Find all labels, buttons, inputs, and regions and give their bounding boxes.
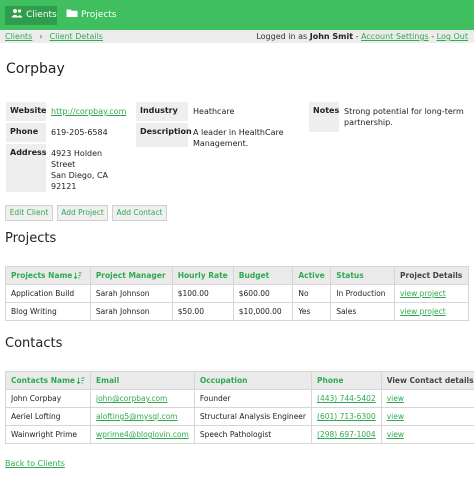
view-contact-link[interactable]: view bbox=[387, 394, 404, 403]
email-link[interactable]: wprime4@bloglovin.com bbox=[96, 430, 189, 439]
col-contacts-name[interactable]: Contacts Name bbox=[5, 371, 91, 390]
nav-clients[interactable]: Clients bbox=[5, 6, 57, 25]
col-view-contact-details: View Contact details bbox=[380, 371, 474, 390]
logged-in-text: Logged in as bbox=[256, 32, 308, 41]
website-link[interactable]: http://corpbay.com bbox=[51, 107, 126, 116]
address-label: Address bbox=[6, 144, 47, 192]
nav-projects[interactable]: Projects bbox=[60, 6, 120, 25]
phone-value: 619-205-6584 bbox=[51, 128, 108, 137]
website-label: Website bbox=[6, 102, 46, 121]
col-hourly-rate[interactable]: Hourly Rate bbox=[171, 266, 234, 285]
col-projects-name[interactable]: Projects Name bbox=[5, 266, 91, 285]
nav-projects-label: Projects bbox=[81, 10, 117, 20]
back-to-clients-link[interactable]: Back to Clients bbox=[5, 459, 65, 468]
top-navbar: Clients Projects bbox=[0, 0, 474, 30]
client-business-info: Industry Heathcare Description A leader … bbox=[136, 102, 288, 153]
col-project-manager[interactable]: Project Manager bbox=[89, 266, 173, 285]
client-contact-info: Website http://corpbay.com Phone 619-205… bbox=[6, 102, 130, 196]
description-label: Description bbox=[136, 123, 192, 147]
view-project-link[interactable]: view project bbox=[400, 307, 446, 316]
breadcrumb: Clients › Client Details bbox=[5, 30, 103, 43]
user-name: John Smit bbox=[309, 32, 354, 41]
add-contact-button[interactable]: Add Contact bbox=[112, 205, 167, 221]
logout-link[interactable]: Log Out bbox=[437, 32, 468, 41]
address-value: 4923 Holden Street San Diego, CA 92121 bbox=[51, 149, 109, 191]
col-active[interactable]: Active bbox=[292, 266, 332, 285]
projects-heading: Projects bbox=[5, 231, 57, 246]
phone-link[interactable]: (601) 713-6300 bbox=[317, 412, 376, 421]
view-contact-link[interactable]: view bbox=[387, 412, 404, 421]
col-status[interactable]: Status bbox=[330, 266, 396, 285]
edit-client-button[interactable]: Edit Client bbox=[5, 205, 53, 221]
table-row: Wainwright Prime wprime4@bloglovin.com S… bbox=[5, 425, 474, 444]
nav-clients-label: Clients bbox=[26, 10, 57, 20]
email-link[interactable]: alofting5@mysql.com bbox=[96, 412, 178, 421]
client-notes: Notes Strong potential for long-term par… bbox=[309, 102, 468, 132]
col-occupation[interactable]: Occupation bbox=[193, 371, 313, 390]
separator: - bbox=[431, 32, 435, 41]
col-budget[interactable]: Budget bbox=[232, 266, 294, 285]
separator: - bbox=[355, 32, 359, 41]
projects-table: Projects Name Project Manager Hourly Rat… bbox=[5, 266, 469, 321]
col-project-details: Project Details bbox=[394, 266, 469, 285]
industry-label: Industry bbox=[136, 102, 188, 121]
folder-icon bbox=[66, 8, 78, 18]
breadcrumb-clients[interactable]: Clients bbox=[5, 32, 32, 41]
table-row: Blog Writing Sarah Johnson $50.00 $10,00… bbox=[5, 302, 469, 321]
chevron-right-icon: › bbox=[39, 32, 43, 41]
sort-icon[interactable] bbox=[76, 377, 85, 386]
description-value: A leader in HealthCare Management. bbox=[193, 128, 284, 148]
notes-value: Strong potential for long-term partnersh… bbox=[344, 107, 464, 127]
industry-value: Heathcare bbox=[193, 107, 235, 116]
table-row: Aeriel Lofting alofting5@mysql.com Struc… bbox=[5, 407, 474, 426]
table-row: John Corpbay john@corpbay.com Founder (4… bbox=[5, 389, 474, 408]
email-link[interactable]: john@corpbay.com bbox=[96, 394, 167, 403]
phone-link[interactable]: (443) 744-5402 bbox=[317, 394, 376, 403]
sub-bar: Clients › Client Details Logged in as John… bbox=[0, 30, 474, 43]
contacts-table: Contacts Name Email Occupation Phone Vie… bbox=[5, 371, 474, 444]
users-icon bbox=[11, 8, 23, 18]
col-phone[interactable]: Phone bbox=[311, 371, 382, 390]
col-email[interactable]: Email bbox=[90, 371, 195, 390]
view-contact-link[interactable]: view bbox=[387, 430, 404, 439]
phone-link[interactable]: (298) 697-1004 bbox=[317, 430, 376, 439]
breadcrumb-client-details[interactable]: Client Details bbox=[50, 32, 103, 41]
phone-label: Phone bbox=[6, 123, 46, 142]
user-status: Logged in as John Smit - Account Setting… bbox=[256, 30, 468, 43]
notes-label: Notes bbox=[309, 102, 339, 132]
view-project-link[interactable]: view project bbox=[400, 289, 446, 298]
page-title: Corpbay bbox=[6, 61, 65, 77]
sort-icon[interactable] bbox=[74, 272, 82, 281]
table-row: Application Build Sarah Johnson $100.00 … bbox=[5, 284, 469, 303]
account-settings-link[interactable]: Account Settings bbox=[361, 32, 429, 41]
contacts-heading: Contacts bbox=[5, 336, 63, 351]
add-project-button[interactable]: Add Project bbox=[57, 205, 108, 221]
